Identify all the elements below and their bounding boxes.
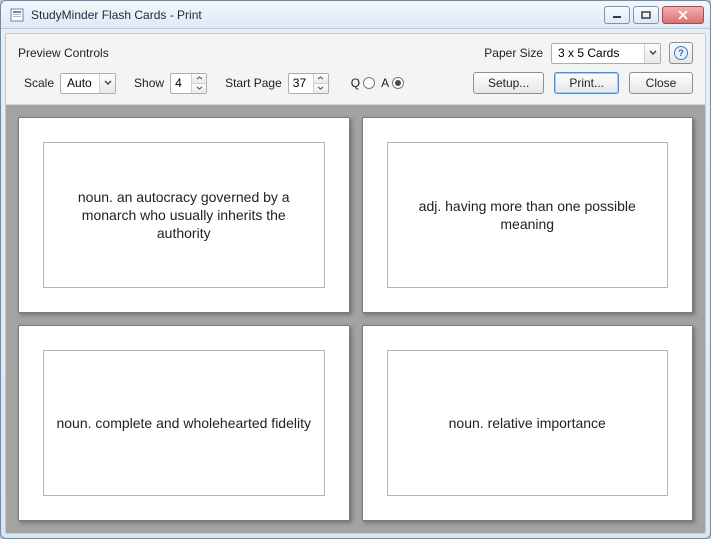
card-text: noun. complete and wholehearted fidelity — [43, 350, 325, 496]
svg-text:?: ? — [678, 48, 684, 58]
q-radio-group: Q — [351, 76, 375, 90]
scale-select[interactable]: Auto — [60, 73, 116, 94]
preview-card: adj. having more than one possible meani… — [362, 117, 694, 313]
q-label: Q — [351, 76, 360, 90]
a-radio-group: A — [381, 76, 404, 90]
preview-card: noun. complete and wholehearted fidelity — [18, 325, 350, 521]
paper-size-select[interactable]: 3 x 5 Cards — [551, 43, 661, 64]
paper-size-label: Paper Size — [484, 46, 543, 60]
chevron-down-icon — [644, 44, 660, 63]
window-title: StudyMinder Flash Cards - Print — [31, 8, 604, 22]
window-buttons — [604, 6, 704, 24]
scale-value: Auto — [61, 76, 99, 90]
chevron-down-icon — [99, 74, 115, 93]
app-window: StudyMinder Flash Cards - Print Preview … — [0, 0, 711, 539]
controls-row-2: Scale Auto Show 4 — [18, 72, 693, 94]
scale-label: Scale — [24, 76, 54, 90]
show-spinner-up[interactable] — [192, 74, 206, 83]
start-page-spinner[interactable]: 37 — [288, 73, 329, 94]
preview-controls-label: Preview Controls — [18, 46, 484, 60]
app-icon — [9, 7, 25, 23]
start-page-value: 37 — [289, 74, 313, 93]
card-text: adj. having more than one possible meani… — [387, 142, 669, 288]
card-text: noun. an autocracy governed by a monarch… — [43, 142, 325, 288]
close-button[interactable]: Close — [629, 72, 693, 94]
maximize-button[interactable] — [633, 6, 659, 24]
a-radio[interactable] — [392, 77, 404, 89]
preview-card: noun. an autocracy governed by a monarch… — [18, 117, 350, 313]
client-area: Preview Controls Paper Size 3 x 5 Cards … — [5, 33, 706, 534]
start-page-spinner-down[interactable] — [314, 83, 328, 93]
minimize-button[interactable] — [604, 6, 630, 24]
show-spinner-down[interactable] — [192, 83, 206, 93]
show-value: 4 — [171, 74, 191, 93]
print-button[interactable]: Print... — [554, 72, 619, 94]
show-spinner[interactable]: 4 — [170, 73, 207, 94]
preview-area: noun. an autocracy governed by a monarch… — [6, 105, 705, 533]
close-window-button[interactable] — [662, 6, 704, 24]
show-label: Show — [134, 76, 164, 90]
help-button[interactable]: ? — [669, 42, 693, 64]
titlebar: StudyMinder Flash Cards - Print — [1, 1, 710, 29]
preview-card: noun. relative importance — [362, 325, 694, 521]
start-page-label: Start Page — [225, 76, 282, 90]
controls-row-1: Preview Controls Paper Size 3 x 5 Cards … — [18, 42, 693, 64]
controls-panel: Preview Controls Paper Size 3 x 5 Cards … — [6, 34, 705, 105]
paper-size-value: 3 x 5 Cards — [552, 46, 644, 60]
a-label: A — [381, 76, 389, 90]
setup-button[interactable]: Setup... — [473, 72, 544, 94]
start-page-spinner-up[interactable] — [314, 74, 328, 83]
q-radio[interactable] — [363, 77, 375, 89]
card-text: noun. relative importance — [387, 350, 669, 496]
